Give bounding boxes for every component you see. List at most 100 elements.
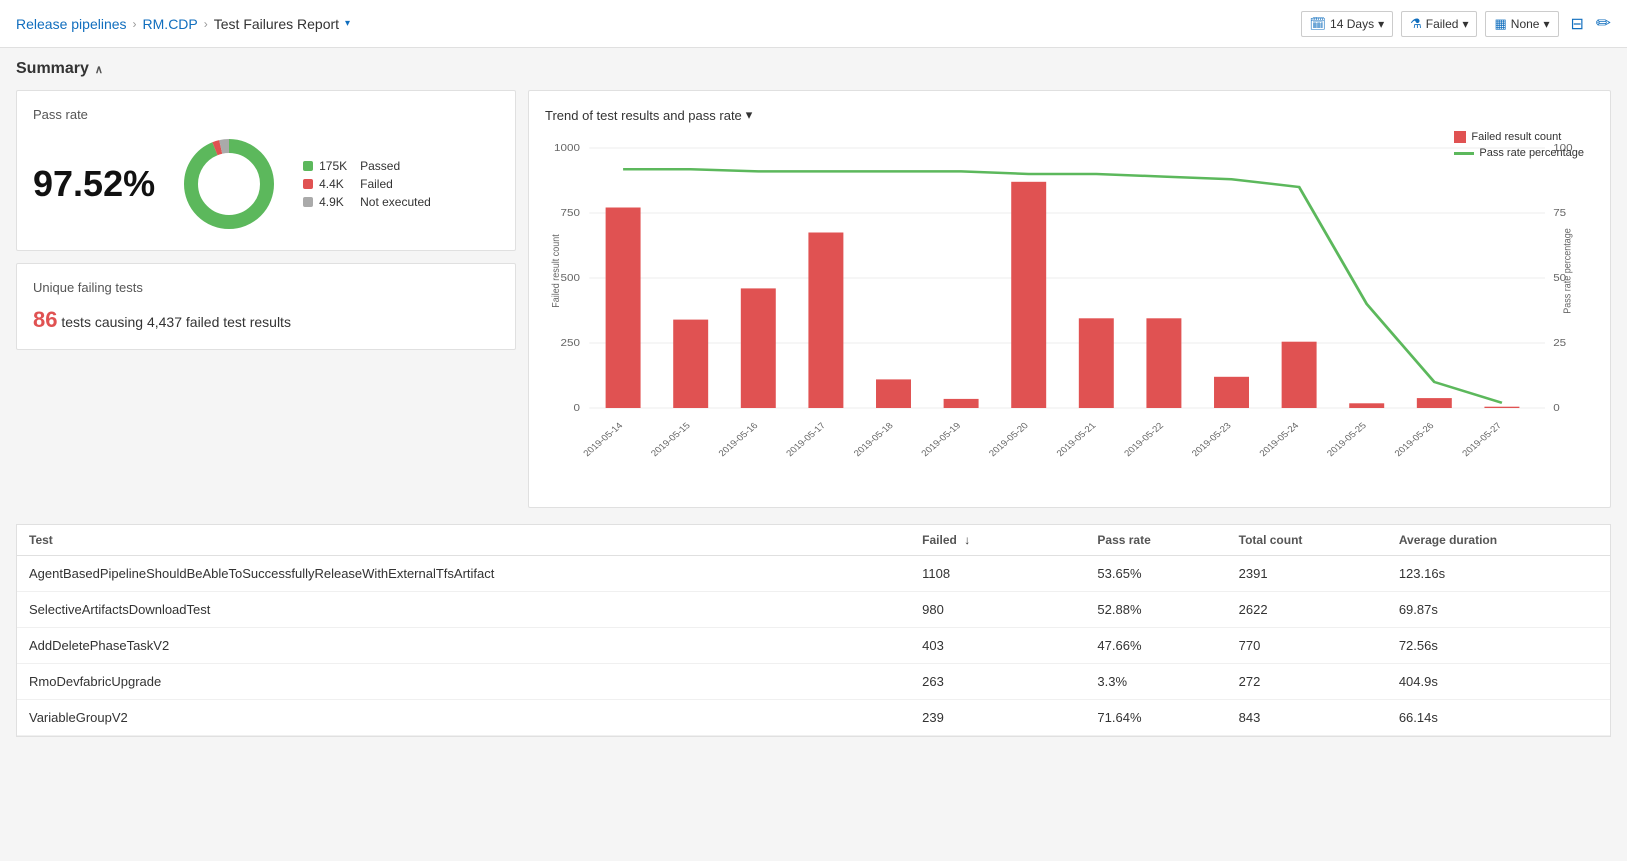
table-header-row: Test Failed ↓ Pass rate Total count Aver…	[17, 525, 1610, 556]
avg-duration-4: 66.14s	[1387, 700, 1610, 736]
failed-0: 1108	[910, 556, 1041, 592]
empty-1	[1042, 592, 1086, 628]
breadcrumb-release-pipelines[interactable]: Release pipelines	[16, 16, 127, 32]
total-2: 770	[1227, 628, 1387, 664]
svg-text:2019-05-14: 2019-05-14	[581, 421, 624, 458]
test-name-1: SelectiveArtifactsDownloadTest	[17, 592, 910, 628]
breadcrumb-rm-cdp[interactable]: RM.CDP	[143, 16, 198, 32]
summary-row: Pass rate 97.52%	[16, 90, 1611, 508]
failed-count: 4.4K	[319, 177, 354, 191]
calendar-icon: 🗓	[1310, 16, 1327, 32]
days-filter-button[interactable]: 🗓 14 Days ▾	[1301, 11, 1394, 37]
test-results-table: Test Failed ↓ Pass rate Total count Aver…	[17, 525, 1610, 736]
failed-4: 239	[910, 700, 1041, 736]
bar-4	[876, 379, 911, 408]
filter-button[interactable]: ⊟	[1567, 10, 1588, 38]
failed-bar-icon	[1454, 131, 1466, 143]
bar-9	[1214, 377, 1249, 408]
breadcrumb-current: Test Failures Report	[214, 16, 339, 32]
pass-rate-title: Pass rate	[33, 107, 499, 122]
table-row: VariableGroupV2 239 71.64% 843 66.14s	[17, 700, 1610, 736]
unique-body: 86 tests causing 4,437 failed test resul…	[33, 307, 499, 333]
total-3: 272	[1227, 664, 1387, 700]
bar-7	[1079, 318, 1114, 408]
svg-text:2019-05-23: 2019-05-23	[1190, 421, 1233, 458]
chart-svg: 1000 750 500 250 0 100 75 50 25 0 Failed…	[545, 131, 1594, 491]
pass-rate-3: 3.3%	[1085, 664, 1226, 700]
not-executed-dot	[303, 197, 313, 207]
failed-2: 403	[910, 628, 1041, 664]
breadcrumb: Release pipelines › RM.CDP › Test Failur…	[16, 16, 350, 32]
group-filter-button[interactable]: ▦ None ▾	[1485, 11, 1558, 37]
bar-10	[1282, 342, 1317, 408]
not-executed-count: 4.9K	[319, 195, 354, 209]
avg-duration-3: 404.9s	[1387, 664, 1610, 700]
avg-duration-2: 72.56s	[1387, 628, 1610, 664]
test-name-3: RmoDevfabricUpgrade	[17, 664, 910, 700]
table-row: SelectiveArtifactsDownloadTest 980 52.88…	[17, 592, 1610, 628]
legend-not-executed: 4.9K Not executed	[303, 195, 431, 209]
pass-rate-line-icon	[1454, 152, 1474, 155]
svg-text:2019-05-22: 2019-05-22	[1122, 421, 1165, 458]
total-4: 843	[1227, 700, 1387, 736]
unique-description: tests causing 4,437 failed test results	[61, 314, 291, 330]
passed-label: Passed	[360, 159, 400, 173]
test-name-2: AddDeletePhaseTaskV2	[17, 628, 910, 664]
summary-section-header[interactable]: Summary ∧	[16, 60, 1611, 78]
status-filter-button[interactable]: ⚗ Failed ▾	[1401, 11, 1477, 37]
svg-text:2019-05-19: 2019-05-19	[919, 421, 962, 458]
svg-text:500: 500	[561, 273, 580, 284]
empty-3	[1042, 664, 1086, 700]
bar-2	[741, 288, 776, 408]
breadcrumb-sep1: ›	[133, 17, 137, 31]
svg-text:2019-05-26: 2019-05-26	[1392, 421, 1435, 458]
top-actions: 🗓 14 Days ▾ ⚗ Failed ▾ ▦ None ▾ ⊟ ✏	[1301, 10, 1611, 38]
svg-text:1000: 1000	[554, 143, 580, 154]
svg-text:2019-05-21: 2019-05-21	[1054, 421, 1097, 458]
status-filter-label: Failed	[1426, 17, 1459, 31]
pencil-icon: ✏	[1596, 13, 1611, 33]
days-filter-label: 14 Days	[1330, 17, 1374, 31]
pass-rate-0: 53.65%	[1085, 556, 1226, 592]
legend-failed: 4.4K Failed	[303, 177, 431, 191]
legend-failed-bar: Failed result count	[1454, 131, 1584, 143]
bar-11	[1349, 403, 1384, 408]
svg-text:250: 250	[561, 338, 580, 349]
col-failed[interactable]: Failed ↓	[910, 525, 1041, 556]
not-executed-label: Not executed	[360, 195, 431, 209]
unique-count: 86	[33, 307, 57, 332]
group-filter-label: None	[1511, 17, 1540, 31]
svg-text:750: 750	[561, 208, 580, 219]
passed-count: 175K	[319, 159, 354, 173]
svg-text:2019-05-18: 2019-05-18	[852, 421, 895, 458]
summary-title: Summary	[16, 60, 89, 78]
table-row: AgentBasedPipelineShouldBeAbleToSuccessf…	[17, 556, 1610, 592]
bar-6	[1011, 182, 1046, 408]
avg-duration-0: 123.16s	[1387, 556, 1610, 592]
pass-rate-legend: 175K Passed 4.4K Failed 4.9K Not execute…	[303, 159, 431, 209]
filter-icon: ⊟	[1571, 16, 1584, 33]
test-name-4: VariableGroupV2	[17, 700, 910, 736]
table-row: AddDeletePhaseTaskV2 403 47.66% 770 72.5…	[17, 628, 1610, 664]
failed-1: 980	[910, 592, 1041, 628]
bar-13	[1484, 407, 1519, 408]
edit-icon-button[interactable]: ✏	[1596, 13, 1611, 34]
bar-1	[673, 320, 708, 408]
total-0: 2391	[1227, 556, 1387, 592]
failed-label: Failed	[360, 177, 393, 191]
svg-text:2019-05-25: 2019-05-25	[1325, 421, 1368, 458]
pass-rate-value: 97.52%	[33, 163, 155, 205]
svg-text:2019-05-16: 2019-05-16	[716, 421, 759, 458]
svg-text:2019-05-17: 2019-05-17	[784, 421, 827, 458]
avg-duration-1: 69.87s	[1387, 592, 1610, 628]
bar-12	[1417, 398, 1452, 408]
bar-3	[808, 233, 843, 409]
test-name-0: AgentBasedPipelineShouldBeAbleToSuccessf…	[17, 556, 910, 592]
group-filter-chevron-icon: ▾	[1543, 17, 1549, 31]
svg-text:2019-05-27: 2019-05-27	[1460, 421, 1503, 458]
main-content: Summary ∧ Pass rate 97.52%	[0, 48, 1627, 749]
group-icon: ▦	[1494, 16, 1506, 32]
breadcrumb-chevron-icon[interactable]: ▾	[345, 18, 350, 29]
chart-title-chevron-icon[interactable]: ▾	[746, 107, 753, 123]
col-avg-duration: Average duration	[1387, 525, 1610, 556]
